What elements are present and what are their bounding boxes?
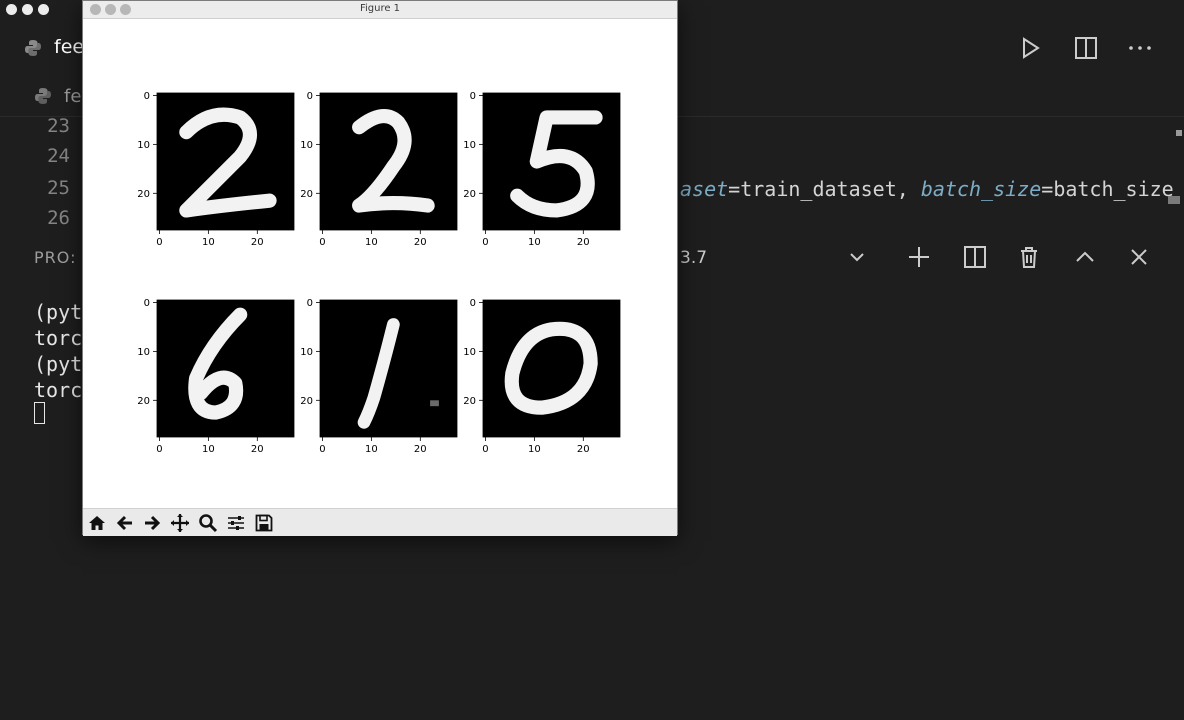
- digit-panel-6: 0 0 10 10 20 20: [137, 298, 295, 455]
- x-tick-label: 0: [156, 444, 162, 455]
- python-file-icon: [25, 40, 41, 56]
- figure-toolbar: [83, 508, 677, 536]
- back-icon[interactable]: [115, 513, 135, 533]
- code-operator: =: [728, 177, 741, 201]
- y-tick-label: 10: [137, 140, 150, 151]
- terminal-cursor: [34, 402, 45, 424]
- y-tick-label: 0: [144, 298, 150, 309]
- x-tick-label: 20: [577, 444, 590, 455]
- digit-panel-0: 0 0 10 10 20 20: [463, 298, 621, 455]
- panel-tab-problems[interactable]: PRO:: [34, 248, 76, 267]
- x-tick-label: 0: [319, 237, 325, 248]
- code-value: train_dataset,: [740, 177, 909, 201]
- digit-panel-2: 0 0 10 10 20 20: [137, 91, 295, 248]
- x-tick-label: 20: [251, 237, 264, 248]
- minimize-window-button[interactable]: [22, 4, 33, 15]
- digit-panel-2: 0 0 10 10 20 20: [300, 91, 458, 248]
- overview-ruler-marker: [1176, 130, 1182, 136]
- code-operator: =: [1041, 177, 1054, 201]
- line-number: 25: [47, 177, 70, 199]
- chevron-down-icon[interactable]: [844, 244, 870, 270]
- plus-icon[interactable]: [906, 244, 932, 270]
- figure-window[interactable]: Figure 1 0 0 10 10 20 20 0 0 10 10 20 20 0 0 10 10 20 20 0…: [82, 0, 678, 536]
- home-icon[interactable]: [87, 513, 107, 533]
- y-tick-label: 0: [307, 91, 313, 102]
- zoom-icon[interactable]: [198, 513, 218, 533]
- figure-canvas[interactable]: 0 0 10 10 20 20 0 0 10 10 20 20 0 0 10 10 20 20 0 0 10 10 20 20…: [83, 18, 677, 508]
- zoom-window-button[interactable]: [38, 4, 49, 15]
- terminal-line: (pyt: [34, 300, 83, 324]
- figure-titlebar[interactable]: Figure 1: [83, 1, 677, 19]
- python-breadcrumb-icon: [35, 88, 51, 104]
- terminal-line: torc: [34, 378, 83, 402]
- code-line[interactable]: aset=train_dataset, batch_size=batch_siz…: [680, 177, 1174, 201]
- panel-terminal-label[interactable]: 3.7: [680, 248, 707, 268]
- close-window-button[interactable]: [6, 4, 17, 15]
- y-tick-label: 10: [463, 140, 476, 151]
- terminal-line: torc: [34, 326, 83, 350]
- configure-icon[interactable]: [226, 513, 246, 533]
- x-tick-label: 10: [528, 237, 541, 248]
- noise-pixel: [430, 400, 439, 407]
- editor-tab-label[interactable]: fee: [54, 36, 84, 58]
- digit-panel-1: 0 0 10 10 20 20: [300, 298, 458, 455]
- x-tick-label: 10: [365, 444, 378, 455]
- y-tick-label: 0: [470, 298, 476, 309]
- y-tick-label: 0: [470, 91, 476, 102]
- code-param: batch_size: [920, 177, 1042, 201]
- split-terminal-icon[interactable]: [962, 244, 988, 270]
- x-tick-label: 0: [156, 237, 162, 248]
- terminal-line: (pyt: [34, 352, 83, 376]
- breadcrumb[interactable]: fe: [64, 86, 81, 107]
- save-icon[interactable]: [254, 513, 274, 533]
- x-tick-label: 10: [202, 237, 215, 248]
- line-number: 24: [47, 145, 70, 167]
- run-icon[interactable]: [1016, 34, 1044, 62]
- x-tick-label: 20: [251, 444, 264, 455]
- y-tick-label: 20: [300, 189, 313, 200]
- y-tick-label: 10: [300, 347, 313, 358]
- code-param: aset: [680, 177, 729, 201]
- y-tick-label: 10: [300, 140, 313, 151]
- x-tick-label: 0: [482, 444, 488, 455]
- y-tick-label: 10: [137, 347, 150, 358]
- x-tick-label: 10: [202, 444, 215, 455]
- digit-panel-5: 0 0 10 10 20 20: [463, 91, 621, 248]
- y-tick-label: 20: [300, 396, 313, 407]
- line-number: 26: [47, 207, 70, 229]
- x-tick-label: 20: [414, 444, 427, 455]
- overview-ruler-marker: [1168, 196, 1180, 204]
- forward-icon[interactable]: [142, 513, 162, 533]
- y-tick-label: 0: [307, 298, 313, 309]
- y-tick-label: 20: [137, 189, 150, 200]
- x-tick-label: 20: [414, 237, 427, 248]
- y-tick-label: 20: [463, 189, 476, 200]
- line-number: 23: [47, 115, 70, 137]
- x-tick-label: 0: [319, 444, 325, 455]
- y-tick-label: 20: [463, 396, 476, 407]
- y-tick-label: 10: [463, 347, 476, 358]
- figure-title: Figure 1: [359, 3, 401, 14]
- x-tick-label: 10: [528, 444, 541, 455]
- trash-icon[interactable]: [1016, 244, 1042, 270]
- y-tick-label: 20: [137, 396, 150, 407]
- code-value: batch_size: [1053, 177, 1174, 201]
- close-icon[interactable]: [1126, 244, 1152, 270]
- x-tick-label: 20: [577, 237, 590, 248]
- x-tick-label: 0: [482, 237, 488, 248]
- y-tick-label: 0: [144, 91, 150, 102]
- pan-icon[interactable]: [170, 513, 190, 533]
- chevron-up-icon[interactable]: [1072, 244, 1098, 270]
- image-background: [483, 300, 620, 437]
- split-editor-icon[interactable]: [1072, 34, 1100, 62]
- x-tick-label: 10: [365, 237, 378, 248]
- more-actions-icon[interactable]: [1126, 34, 1154, 62]
